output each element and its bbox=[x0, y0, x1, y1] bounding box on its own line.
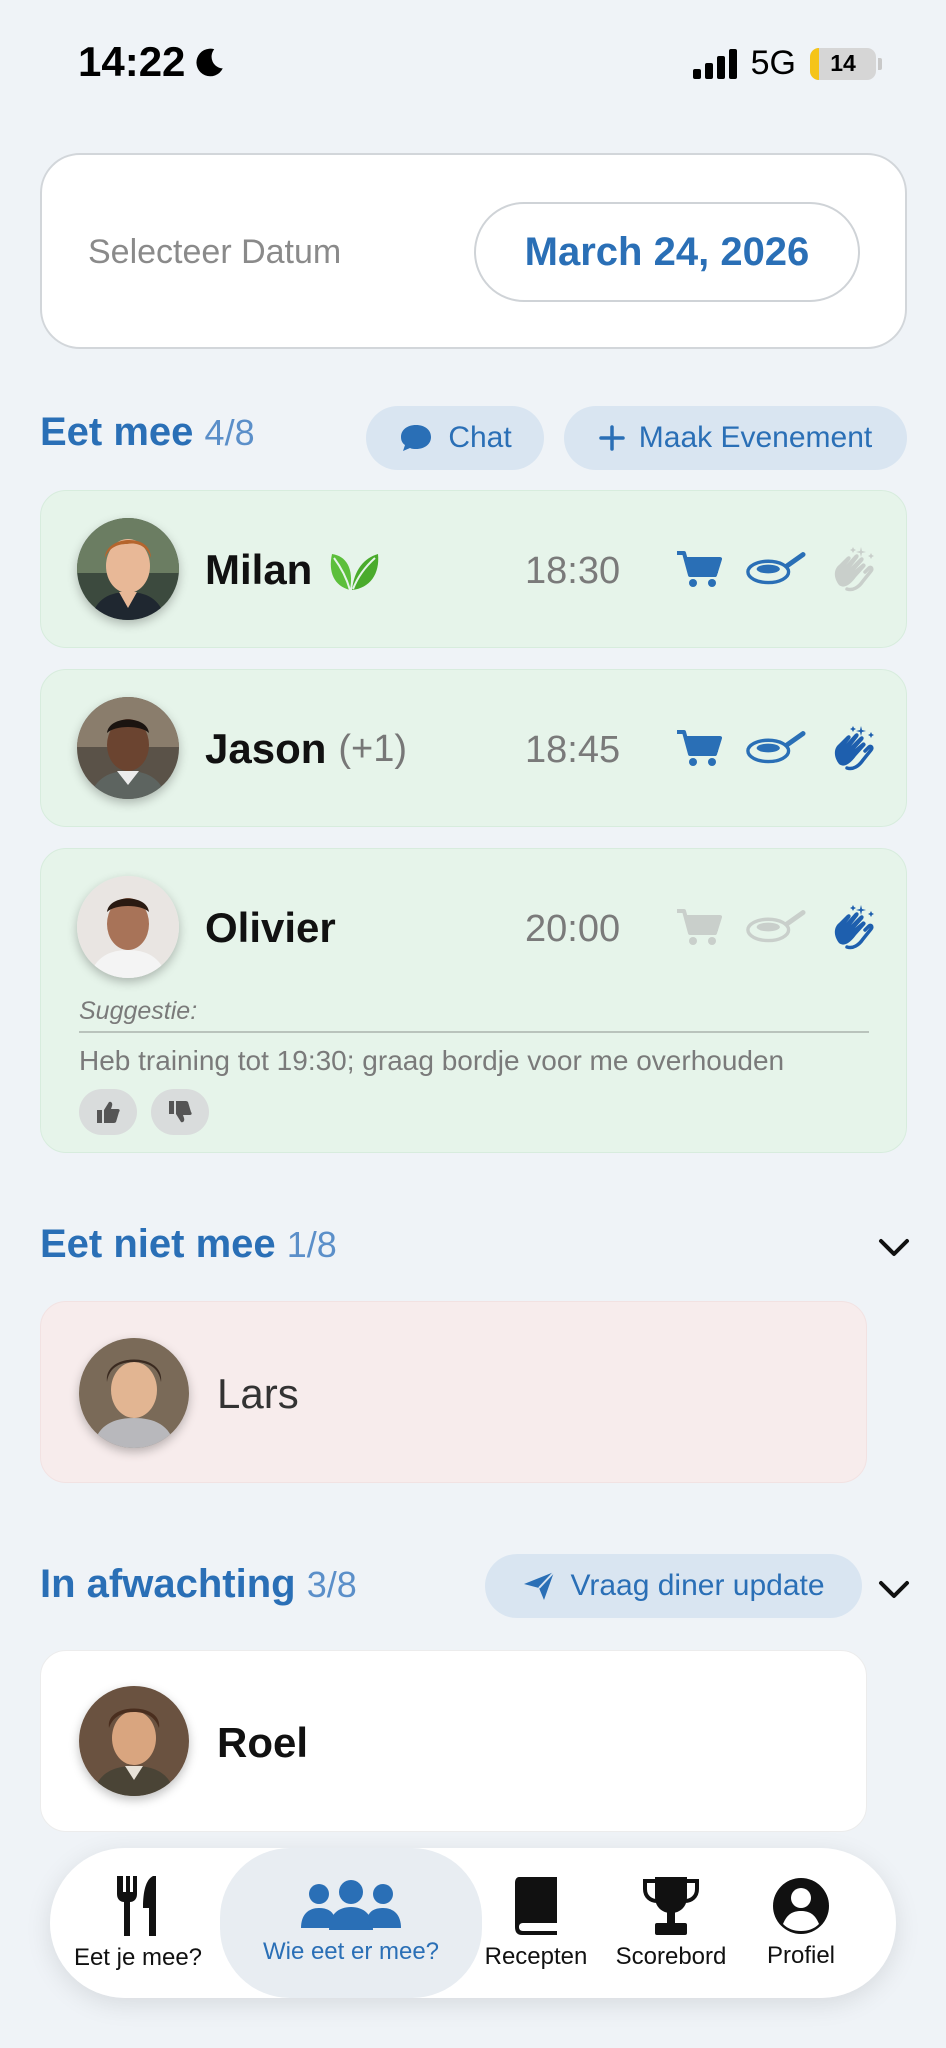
not-eating-count: 1/8 bbox=[286, 1224, 337, 1265]
attendee-name: Olivier bbox=[205, 904, 336, 952]
leaf-icon bbox=[331, 554, 379, 591]
battery-tip bbox=[878, 57, 882, 70]
nav-label: Wie eet er mee? bbox=[262, 1938, 440, 1965]
profile-icon bbox=[773, 1878, 829, 1934]
status-indicators: 5G 14 bbox=[692, 44, 882, 83]
task-icons bbox=[675, 903, 877, 951]
nav-eet-je-mee[interactable]: Eet je mee? bbox=[70, 1848, 206, 1998]
bottom-navigation: Eet je mee? Wie eet er mee? Recepten Sco… bbox=[50, 1848, 896, 1998]
clapping-hands-icon[interactable] bbox=[829, 545, 877, 593]
shopping-cart-icon[interactable] bbox=[675, 907, 723, 947]
cooking-pan-icon[interactable] bbox=[745, 728, 807, 768]
eating-count: 4/8 bbox=[204, 412, 255, 453]
clapping-hands-icon[interactable] bbox=[829, 903, 877, 951]
fork-knife-icon bbox=[117, 1876, 156, 1936]
nav-label: Profiel bbox=[766, 1942, 836, 1969]
battery-level: 14 bbox=[830, 50, 856, 76]
status-time: 14:22 bbox=[78, 38, 227, 86]
name-text: Milan bbox=[205, 546, 313, 593]
battery-icon: 14 bbox=[810, 47, 876, 80]
pending-count: 3/8 bbox=[306, 1564, 357, 1605]
avatar bbox=[77, 876, 179, 978]
eating-section-title: Eet mee 4/8 bbox=[40, 410, 255, 455]
attendee-name: Jason (+1) bbox=[205, 725, 407, 773]
create-event-button[interactable]: Maak Evenement bbox=[564, 406, 907, 470]
request-update-label: Vraag diner update bbox=[570, 1569, 825, 1602]
avatar bbox=[79, 1338, 189, 1448]
not-eating-section-title: Eet niet mee 1/8 bbox=[40, 1222, 337, 1267]
task-icons bbox=[675, 545, 877, 593]
attendee-time: 20:00 bbox=[525, 908, 621, 950]
book-icon bbox=[515, 1877, 557, 1935]
network-type: 5G bbox=[750, 44, 796, 82]
nav-label: Scorebord bbox=[615, 1943, 727, 1970]
guest-count: (+1) bbox=[338, 727, 408, 770]
task-icons bbox=[675, 724, 877, 772]
clapping-hands-icon[interactable] bbox=[829, 724, 877, 772]
attendee-name: Lars bbox=[217, 1370, 299, 1417]
chevron-down-icon[interactable] bbox=[878, 1580, 910, 1600]
nav-profiel[interactable]: Profiel bbox=[740, 1848, 862, 1998]
pending-section-title: In afwachting 3/8 bbox=[40, 1562, 357, 1607]
date-selector-card: Selecteer Datum March 24, 2026 bbox=[40, 153, 907, 349]
attendee-time: 18:45 bbox=[525, 729, 621, 771]
nav-wie-eet-er-mee[interactable]: Wie eet er mee? bbox=[220, 1848, 482, 1998]
nav-label: Eet je mee? bbox=[73, 1944, 203, 1971]
nav-recepten[interactable]: Recepten bbox=[462, 1848, 610, 1998]
name-text: Olivier bbox=[205, 904, 336, 951]
date-label: Selecteer Datum bbox=[88, 233, 342, 271]
cooking-pan-icon[interactable] bbox=[745, 907, 807, 947]
pending-title-text: In afwachting bbox=[40, 1562, 296, 1606]
shopping-cart-icon[interactable] bbox=[675, 549, 723, 589]
thumbs-down-icon bbox=[169, 1101, 192, 1123]
attendee-name: Milan bbox=[205, 546, 380, 594]
attendee-card-olivier[interactable]: Olivier 20:00 Suggestie: Heb training to… bbox=[40, 848, 907, 1153]
cooking-pan-icon[interactable] bbox=[745, 549, 807, 589]
chat-icon bbox=[401, 425, 432, 451]
date-picker-button[interactable]: March 24, 2026 bbox=[474, 202, 860, 302]
suggestion-label: Suggestie: bbox=[79, 997, 198, 1025]
thumbs-up-icon bbox=[97, 1101, 120, 1123]
attendee-card-jason[interactable]: Jason (+1) 18:45 bbox=[40, 669, 907, 827]
avatar bbox=[77, 518, 179, 620]
trophy-icon bbox=[643, 1877, 699, 1935]
chat-button[interactable]: Chat bbox=[366, 406, 544, 470]
plus-icon bbox=[599, 425, 625, 451]
chevron-down-icon[interactable] bbox=[878, 1238, 910, 1258]
create-event-label: Maak Evenement bbox=[638, 421, 873, 454]
thumbs-up-button[interactable] bbox=[79, 1089, 137, 1135]
not-eating-title-text: Eet niet mee bbox=[40, 1222, 276, 1266]
suggestion-text: Heb training tot 19:30; graag bordje voo… bbox=[79, 1045, 785, 1076]
nav-scorebord[interactable]: Scorebord bbox=[596, 1848, 746, 1998]
shopping-cart-icon[interactable] bbox=[675, 728, 723, 768]
attendee-name: Roel bbox=[217, 1719, 309, 1766]
pending-card-roel[interactable]: Roel bbox=[40, 1650, 867, 1832]
avatar bbox=[77, 697, 179, 799]
send-icon bbox=[524, 1571, 556, 1600]
status-bar: 14:22 5G 14 bbox=[0, 0, 946, 110]
suggestion-divider bbox=[79, 1031, 869, 1033]
moon-icon bbox=[196, 48, 224, 77]
nav-label: Recepten bbox=[484, 1943, 588, 1970]
clock-text: 14:22 bbox=[78, 38, 186, 85]
thumbs-down-button[interactable] bbox=[151, 1089, 209, 1135]
avatar bbox=[79, 1686, 189, 1796]
chat-label: Chat bbox=[448, 421, 512, 454]
request-dinner-update-button[interactable]: Vraag diner update bbox=[485, 1554, 862, 1618]
eating-title-text: Eet mee bbox=[40, 410, 194, 454]
attendee-card-milan[interactable]: Milan 18:30 bbox=[40, 490, 907, 648]
signal-icon bbox=[692, 48, 737, 79]
people-icon bbox=[301, 1880, 401, 1930]
attendee-time: 18:30 bbox=[525, 550, 621, 592]
not-eating-card-lars[interactable]: Lars bbox=[40, 1301, 867, 1483]
name-text: Jason bbox=[205, 725, 327, 772]
